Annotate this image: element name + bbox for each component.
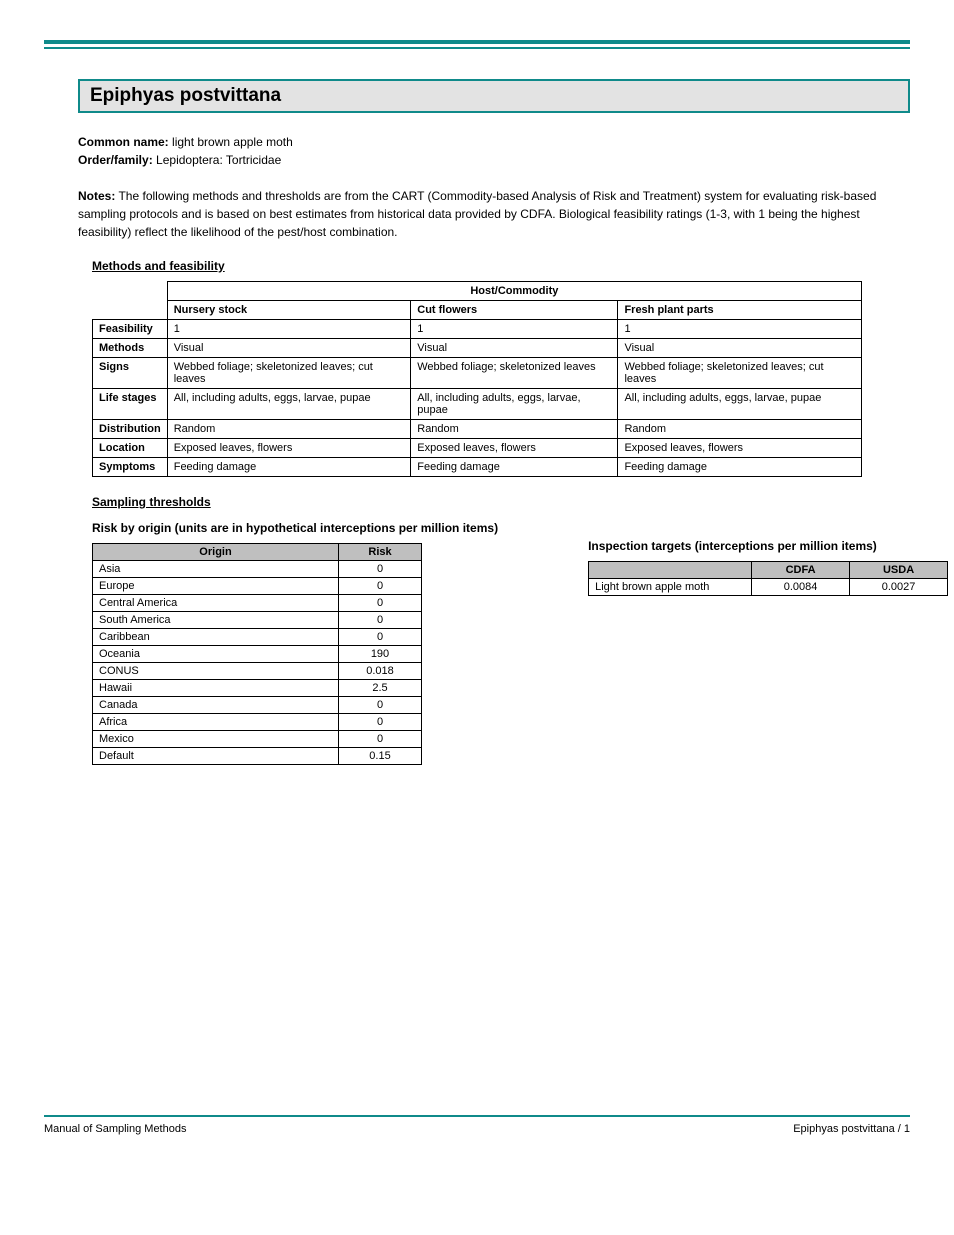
th-risk: Risk — [339, 544, 422, 561]
table-row: South America0 — [93, 612, 422, 629]
risk-origin-table: OriginRisk Asia0 Europe0 Central America… — [92, 543, 422, 765]
col-header: Fresh plant parts — [618, 301, 862, 320]
table-top-header: Host/Commodity — [167, 282, 861, 301]
notes-text: The following methods and thresholds are… — [78, 189, 876, 239]
th-origin: Origin — [93, 544, 339, 561]
table-row: Canada0 — [93, 697, 422, 714]
common-name: light brown apple moth — [172, 135, 293, 149]
col1-title: Risk by origin (units are in hypothetica… — [92, 521, 498, 535]
table-row: SignsWebbed foliage; skeletonized leaves… — [93, 358, 862, 389]
col2-title: Inspection targets (interceptions per mi… — [588, 539, 948, 553]
table-row: Oceania190 — [93, 646, 422, 663]
table-row: Hawaii2.5 — [93, 680, 422, 697]
methods-table: Host/Commodity Nursery stock Cut flowers… — [92, 281, 862, 477]
inspection-targets-table: CDFA USDA Light brown apple moth 0.0084 … — [588, 561, 948, 596]
th-blank — [589, 562, 752, 579]
section-methods: Methods and feasibility — [92, 259, 910, 273]
footer-left: Manual of Sampling Methods — [44, 1123, 186, 1135]
bottom-rule — [44, 1115, 910, 1117]
table-row: LocationExposed leaves, flowersExposed l… — [93, 439, 862, 458]
table-row: CONUS0.018 — [93, 663, 422, 680]
table-row: Central America0 — [93, 595, 422, 612]
table-row: Europe0 — [93, 578, 422, 595]
table-row: Mexico0 — [93, 731, 422, 748]
footer-right: Epiphyas postvittana / 1 — [793, 1123, 910, 1135]
table-row: Asia0 — [93, 561, 422, 578]
intro-text: Common name: light brown apple moth Orde… — [78, 133, 910, 241]
table-row: Africa0 — [93, 714, 422, 731]
table-row: Feasibility111 — [93, 320, 862, 339]
order: Lepidoptera — [156, 153, 219, 167]
table-row: SymptomsFeeding damageFeeding damageFeed… — [93, 458, 862, 477]
table-row: Caribbean0 — [93, 629, 422, 646]
th-usda: USDA — [850, 562, 948, 579]
table-row: Default0.15 — [93, 748, 422, 765]
section-thresholds: Sampling thresholds — [92, 495, 910, 509]
table-row: Light brown apple moth 0.0084 0.0027 — [589, 579, 948, 596]
page-title: Epiphyas postvittana — [78, 79, 910, 113]
table-row: MethodsVisualVisualVisual — [93, 339, 862, 358]
th-cdfa: CDFA — [752, 562, 850, 579]
col-header: Nursery stock — [167, 301, 411, 320]
table-row: DistributionRandomRandomRandom — [93, 420, 862, 439]
col-header: Cut flowers — [411, 301, 618, 320]
table-row: Life stagesAll, including adults, eggs, … — [93, 389, 862, 420]
family: Tortricidae — [226, 153, 281, 167]
top-rule — [44, 40, 910, 49]
